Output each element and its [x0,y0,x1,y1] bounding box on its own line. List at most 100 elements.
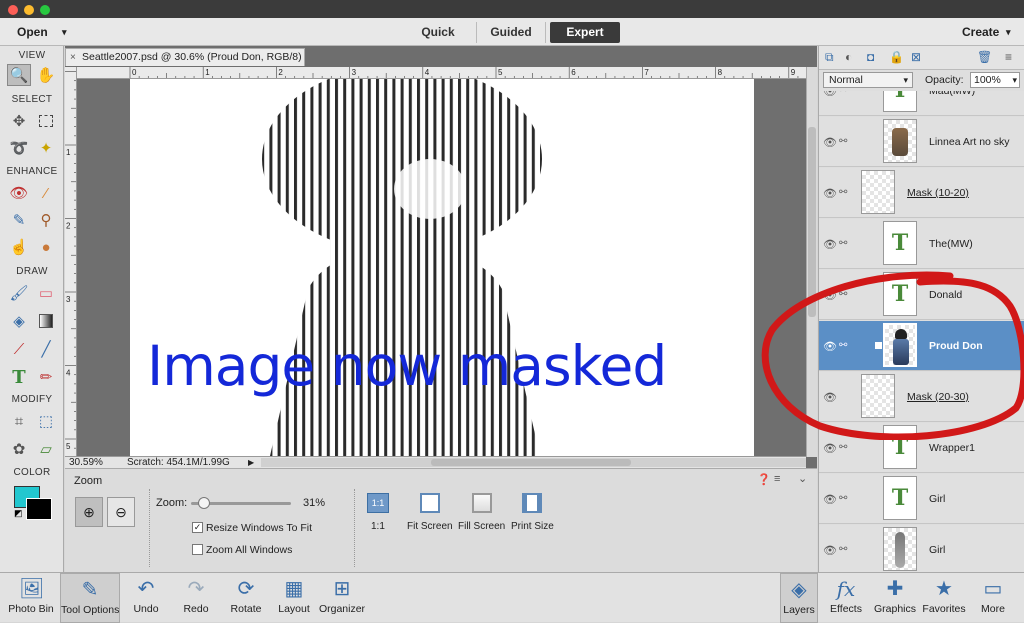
favorites-button[interactable]: ★ Favorites [916,573,972,623]
zoom-all-windows-checkbox[interactable] [192,544,203,555]
visibility-eye-icon[interactable]: 👁 [823,493,837,506]
close-tab-icon[interactable]: × [70,49,76,66]
open-dropdown-icon[interactable]: ▾ [62,27,67,38]
zoom-in-button[interactable]: ⊕ [75,497,103,527]
mode-tab-guided[interactable]: Guided [476,22,546,43]
eraser-tool-icon[interactable]: ▭ [34,282,58,304]
clone-stamp-tool-icon[interactable]: ⚲ [34,209,58,231]
link-layer-icon[interactable]: ⚯ [839,340,847,351]
blend-mode-select[interactable]: Normal ▾ [823,72,913,88]
mode-tab-quick[interactable]: Quick [405,22,471,43]
lasso-tool-icon[interactable]: ➰ [7,137,31,159]
close-window-button[interactable] [8,5,18,15]
lock-all-icon[interactable]: 🔒 [889,50,904,64]
zoom-tool-icon[interactable]: 🔍 [7,64,31,86]
layer-row[interactable]: 👁 ⚯ T Girl [819,474,1024,524]
mode-tab-expert[interactable]: Expert [550,22,620,43]
magic-wand-tool-icon[interactable]: ✦ [34,137,58,159]
layer-row[interactable]: 👁 ⚯ Girl [819,525,1024,572]
print-size-button[interactable] [522,493,542,513]
recompose-tool-icon[interactable]: ⬚ [34,410,58,432]
zoom-readout[interactable]: 30.59% [69,457,103,468]
vertical-scrollbar[interactable] [806,67,817,457]
status-menu-arrow-icon[interactable]: ▶ [248,457,254,468]
visibility-eye-icon[interactable]: 👁 [823,340,837,353]
paint-bucket-tool-icon[interactable]: ◈ [7,310,31,332]
layer-row[interactable]: 👁 ⚯ T Wrapper1 [819,423,1024,473]
link-layer-icon[interactable]: ⚯ [839,544,847,555]
horizontal-scrollbar[interactable] [261,458,806,467]
visibility-eye-icon[interactable]: 👁 [823,136,837,149]
effects-button[interactable]: fx Effects [818,573,874,623]
visibility-eye-icon[interactable]: 👁 [823,91,837,98]
crop-tool-icon[interactable]: ⌗ [7,410,31,432]
redo-button[interactable]: ↷ Redo [168,573,224,623]
zoom-window-button[interactable] [40,5,50,15]
visibility-eye-icon[interactable]: 👁 [823,187,837,200]
adjustment-layer-icon[interactable]: ◐ [845,50,852,64]
photo-bin-button[interactable]: 🖼 Photo Bin [3,573,59,623]
horizontal-scroll-thumb[interactable] [431,459,631,466]
open-button[interactable]: Open [17,25,48,39]
zoom-out-button[interactable]: ⊖ [107,497,135,527]
layers-button[interactable]: ◈ Layers [780,573,818,623]
smudge-tool-icon[interactable]: ☝ [7,236,31,258]
link-layer-icon[interactable]: ⚯ [839,289,847,300]
visibility-eye-icon[interactable]: 👁 [823,391,837,404]
delete-layer-icon[interactable]: 🗑 [977,50,992,64]
link-layer-icon[interactable]: ⚯ [839,91,847,96]
minimize-window-button[interactable] [24,5,34,15]
move-tool-icon[interactable]: ✥ [7,110,31,132]
layer-mask-icon[interactable]: ◘ [867,50,874,64]
image-canvas[interactable]: Image now masked [130,79,754,456]
sponge-tool-icon[interactable]: ✎ [7,209,31,231]
tool-options-button[interactable]: ✎ Tool Options [60,573,120,623]
link-layer-icon[interactable]: ⚯ [839,136,847,147]
opacity-field[interactable]: 100% ▾ [970,72,1020,88]
layer-row-selected[interactable]: 👁 ⚯ Proud Don [819,321,1024,371]
pencil-tool-icon[interactable]: ✏ [34,366,58,388]
visibility-eye-icon[interactable]: 👁 [823,544,837,557]
lock-transparency-icon[interactable]: ⊠ [911,50,921,64]
red-eye-tool-icon[interactable]: 👁 [7,182,31,204]
document-tab[interactable]: × Seattle2007.psd @ 30.6% (Proud Don, RG… [65,48,305,80]
layers-panel-menu-icon[interactable]: ≡ [1005,50,1012,64]
background-color-swatch[interactable] [26,498,52,520]
collapse-chevron-icon[interactable]: ⌄ [798,472,807,485]
gradient-tool-icon[interactable] [34,310,58,332]
content-aware-move-tool-icon[interactable]: ✿ [7,438,31,460]
actual-pixels-button[interactable]: 1:1 [367,493,389,513]
line-tool-icon[interactable]: ╱ [34,338,58,360]
layer-row[interactable]: 👁 ⚯ T Mad(MW) [819,91,1024,116]
organizer-button[interactable]: ⊞ Organizer [314,573,370,623]
layer-row[interactable]: 👁 ⚯ Linnea Art no sky [819,117,1024,167]
link-layer-icon[interactable]: ⚯ [839,493,847,504]
brush-tool-icon[interactable]: 🖌 [7,282,31,304]
link-layer-icon[interactable]: ⚯ [839,238,847,249]
fill-screen-button[interactable] [472,493,492,513]
create-dropdown-icon[interactable]: ▾ [1006,27,1011,38]
link-layer-icon[interactable]: ⚯ [839,442,847,453]
healing-brush-tool-icon[interactable]: ⁄ [34,182,58,204]
layer-row[interactable]: 👁 ⚯ Mask (10-20) [819,168,1024,218]
resize-windows-checkbox[interactable]: ✓ [192,522,203,533]
new-layer-icon[interactable]: ⧉ [825,50,834,65]
graphics-button[interactable]: ✚ Graphics [867,573,923,623]
panel-resize-handle[interactable]: ⋮ [1017,364,1024,375]
help-icon[interactable]: ❓ [757,473,771,486]
visibility-eye-icon[interactable]: 👁 [823,289,837,302]
marquee-tool-icon[interactable] [34,110,58,132]
eyedropper-tool-icon[interactable]: ⟋ [7,338,31,360]
visibility-eye-icon[interactable]: 👁 [823,238,837,251]
swap-colors-icon[interactable]: ◩ [14,508,23,519]
fit-screen-button[interactable] [420,493,440,513]
blur-tool-icon[interactable]: ● [34,236,58,258]
create-button[interactable]: Create [962,25,999,39]
vertical-scroll-thumb[interactable] [808,127,816,317]
more-button[interactable]: ▭ More [965,573,1021,623]
zoom-slider-track[interactable] [191,497,291,509]
straighten-tool-icon[interactable]: ⏥ [34,438,58,460]
visibility-eye-icon[interactable]: 👁 [823,442,837,455]
type-tool-icon[interactable]: T [7,366,31,388]
zoom-slider-thumb[interactable] [198,497,211,509]
